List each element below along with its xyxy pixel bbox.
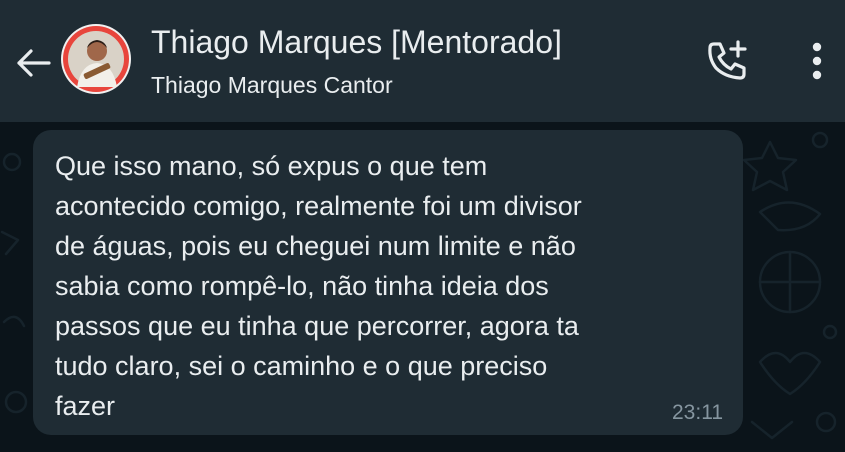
contact-status: Thiago Marques Cantor xyxy=(151,72,393,98)
more-options-button[interactable] xyxy=(795,36,839,86)
message-text: Que isso mano, só expus o que tem aconte… xyxy=(55,151,582,421)
contact-photo xyxy=(63,26,129,92)
message-bubble[interactable]: Que isso mano, só expus o que tem aconte… xyxy=(33,130,743,435)
chat-area[interactable]: Que isso mano, só expus o que tem aconte… xyxy=(0,122,845,452)
avatar[interactable] xyxy=(61,24,131,94)
back-button[interactable] xyxy=(10,40,56,86)
add-call-icon xyxy=(708,40,747,80)
message-timestamp: 23:11 xyxy=(672,401,723,424)
arrow-back-icon xyxy=(17,49,51,77)
contact-name[interactable]: Thiago Marques [Mentorado] xyxy=(151,24,562,61)
more-vertical-icon xyxy=(812,42,822,80)
add-call-button[interactable] xyxy=(700,36,756,86)
chat-header: Thiago Marques [Mentorado] Thiago Marque… xyxy=(0,0,845,122)
